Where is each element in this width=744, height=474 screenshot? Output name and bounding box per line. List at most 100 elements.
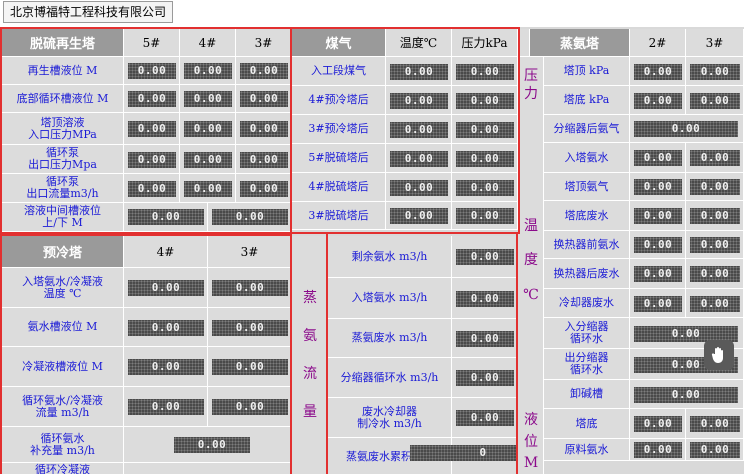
still-side-char: 力 — [524, 86, 538, 102]
still-value: 0.00 — [634, 266, 682, 282]
regen-value: 0.00 — [128, 91, 176, 107]
precool-col-header: 4# — [124, 236, 208, 268]
still-value: 0.00 — [634, 237, 682, 253]
hand-cursor-button[interactable] — [704, 340, 734, 370]
gas-temp-value: 0.00 — [390, 150, 448, 167]
still-value: 0.00 — [690, 92, 740, 109]
still-col-header: 2# — [630, 29, 686, 57]
still-corner-cell — [518, 29, 530, 57]
ammonia-value: 0.00 — [456, 330, 514, 347]
precool-row-label: 氨水槽液位 M — [2, 308, 124, 347]
ammonia-side-char: 蒸 — [303, 290, 317, 306]
still-value: 0.00 — [690, 295, 740, 312]
regen-value: 0.00 — [128, 151, 176, 168]
still-row-label: 塔顶氨气 — [544, 173, 630, 201]
precool-row-label: 循环氨水/冷凝液 流量 m3/h — [2, 387, 124, 427]
gas-row-label: 4#预冷塔后 — [292, 86, 386, 115]
regen-value: 0.00 — [240, 121, 288, 137]
still-value: 0.00 — [634, 208, 682, 224]
gas-temp-value: 0.00 — [390, 179, 448, 196]
still-row-label: 出分缩器 循环水 — [544, 349, 630, 380]
hand-icon — [711, 347, 723, 363]
still-value: 0.00 — [634, 416, 682, 432]
regen-value: 0.00 — [240, 180, 288, 197]
monitor-screen: 脱硫再生塔 5# 4# 3# 再生槽液位 M 0.00 0.00 0.00 底部循环槽液位 M0… — [0, 27, 744, 474]
ammonia-row-label: 剩余氨水 m3/h — [328, 236, 452, 278]
regen-mid-value: 0.00 — [128, 209, 204, 225]
still-row-label: 分缩器后氨气 — [544, 115, 630, 143]
precool-value: 0.00 — [128, 280, 204, 296]
still-value: 0.00 — [634, 442, 682, 458]
precool-value: 0.00 — [128, 399, 204, 415]
regen-title: 脱硫再生塔 — [2, 29, 124, 57]
gas-press-value: 0.00 — [456, 63, 514, 80]
precool-value: 0.00 — [212, 280, 288, 296]
regen-mid-value: 0.00 — [212, 209, 288, 225]
precool-row-label: 入塔氨水/冷凝液 温度 ℃ — [2, 268, 124, 308]
still-row-label: 塔底废水 — [544, 201, 630, 231]
gas-press-value: 0.00 — [456, 179, 514, 196]
precool-last-label: 循环冷凝液 — [2, 463, 124, 474]
gas-row-label: 3#脱硫塔后 — [292, 202, 386, 230]
still-row-label: 塔顶 kPa — [544, 57, 630, 86]
still-value: 0.00 — [634, 150, 682, 166]
regen-value: 0.00 — [184, 180, 232, 197]
regen-row-label: 循环泵 出口流量m3/h — [2, 174, 124, 203]
gas-row-label: 4#脱硫塔后 — [292, 173, 386, 202]
still-value: 0.00 — [634, 63, 682, 80]
ammonia-side-char: 量 — [303, 404, 317, 420]
ammonia-side-char: 氨 — [303, 328, 317, 344]
still-row-label: 卸碱槽 — [544, 380, 630, 409]
regen-row-label: 塔顶溶液 入口压力MPa — [2, 113, 124, 145]
gas-temp-value: 0.00 — [390, 63, 448, 80]
precool-value: 0.00 — [212, 399, 288, 415]
gas-press-value: 0.00 — [456, 208, 514, 224]
regen-row-label: 循环泵 出口压力Mpa — [2, 145, 124, 174]
precool-value: 0.00 — [128, 359, 204, 375]
gas-temp-value: 0.00 — [390, 92, 448, 109]
regen-value: 0.00 — [184, 121, 232, 137]
regen-value: 0.00 — [240, 91, 288, 107]
still-row-label: 入塔氨水 — [544, 143, 630, 173]
still-side-char: 位 — [524, 434, 538, 450]
gas-row-label: 5#脱硫塔后 — [292, 144, 386, 173]
still-divider — [516, 234, 518, 474]
still-value: 0.00 — [634, 386, 738, 403]
still-value: 0.00 — [690, 150, 740, 166]
still-title: 蒸氨塔 — [530, 29, 630, 57]
still-value: 0.00 — [690, 266, 740, 282]
ammonia-side-char: 流 — [303, 366, 317, 382]
gas-temp-value: 0.00 — [390, 121, 448, 138]
still-value: 0.00 — [690, 179, 740, 195]
regen-value: 0.00 — [128, 63, 176, 79]
regen-value: 0.00 — [128, 180, 176, 197]
regen-col-header: 3# — [236, 29, 292, 57]
ammonia-value: 0.00 — [456, 290, 514, 307]
regen-value: 0.00 — [184, 151, 232, 168]
gas-press-value: 0.00 — [456, 121, 514, 138]
still-value: 0.00 — [690, 416, 740, 432]
still-row-label: 原料氨水 — [544, 439, 630, 461]
precool-col-header: 3# — [208, 236, 292, 268]
still-row-label: 冷却器废水 — [544, 289, 630, 318]
still-side-char: 压 — [524, 68, 538, 84]
still-value: 0.00 — [690, 63, 740, 80]
still-value: 0.00 — [690, 208, 740, 224]
still-side-char: 液 — [524, 412, 538, 428]
gas-title: 煤气 — [292, 29, 386, 57]
ammonia-value: 0.00 — [456, 410, 514, 426]
regen-value: 0.00 — [240, 63, 288, 79]
gas-press-value: 0.00 — [456, 92, 514, 109]
still-side-char: 度 — [524, 252, 538, 268]
regen-col-header: 5# — [124, 29, 180, 57]
still-value: 0.00 — [634, 295, 682, 312]
ammonia-divider — [326, 234, 328, 474]
gas-press-value: 0.00 — [456, 150, 514, 167]
still-side-char: 温 — [524, 218, 538, 234]
regen-row-label: 再生槽液位 M — [2, 57, 124, 85]
still-value: 0.00 — [634, 92, 682, 109]
regen-col-header: 4# — [180, 29, 236, 57]
precool-value: 0.00 — [128, 319, 204, 336]
gas-row-label: 入工段煤气 — [292, 57, 386, 86]
precool-supplement-value: 0.00 — [174, 437, 250, 453]
